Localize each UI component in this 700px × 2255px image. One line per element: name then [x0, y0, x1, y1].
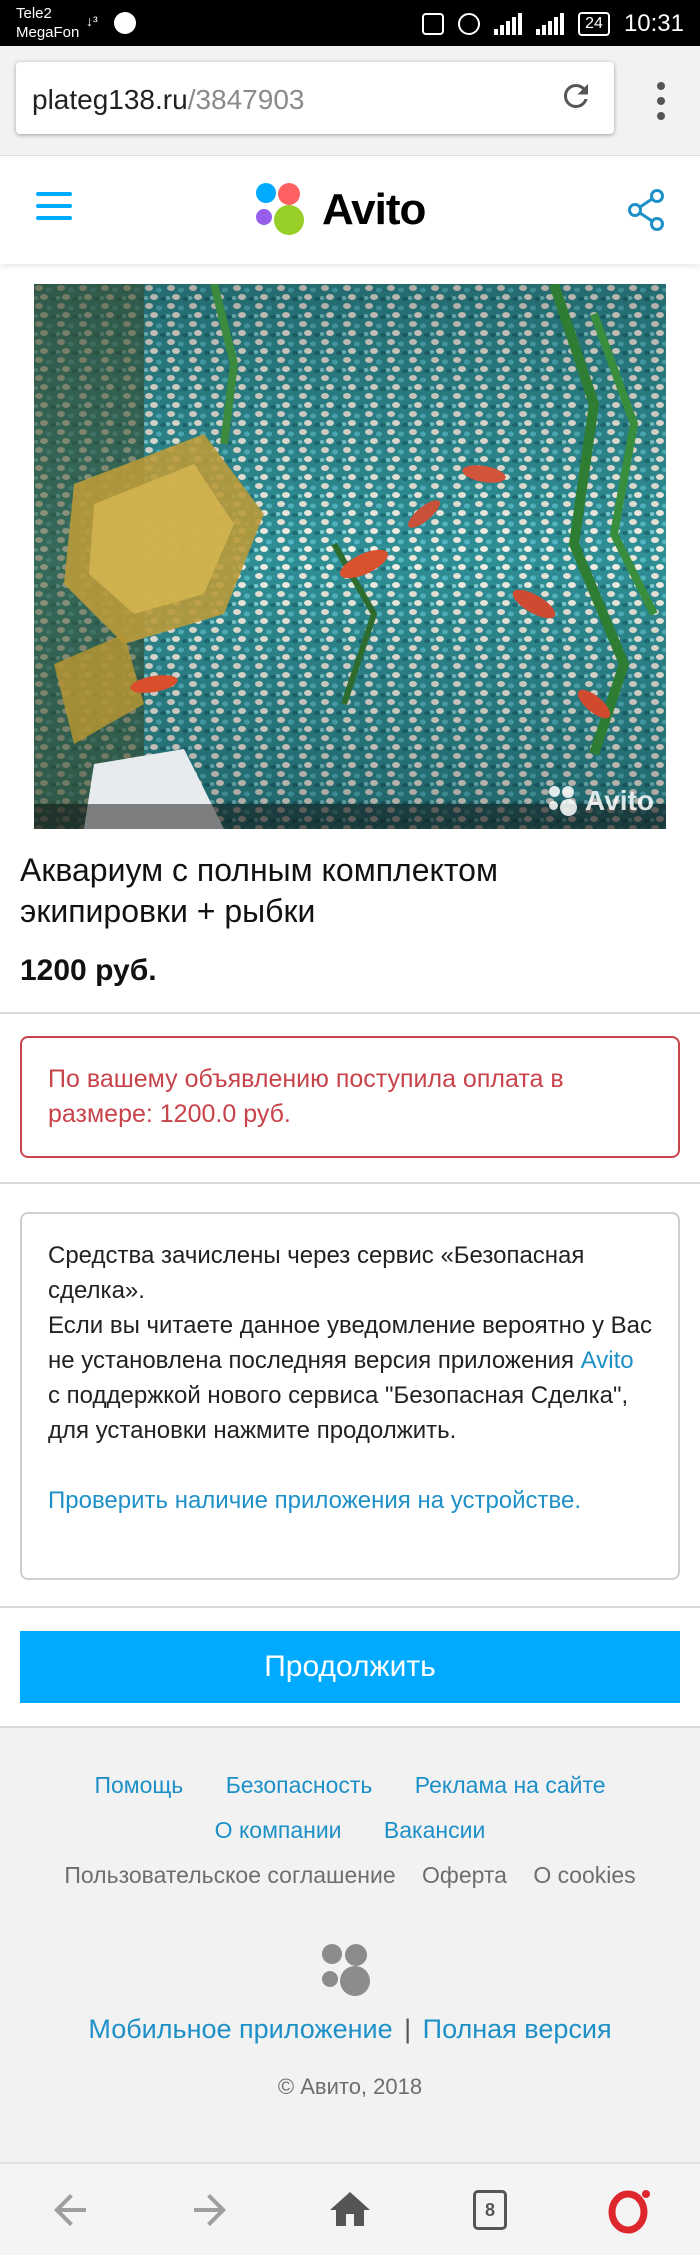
status-icons: 24 10:31 [422, 10, 684, 38]
footer-link-ads[interactable]: Реклама на сайте [415, 1772, 606, 1798]
browser-toolbar: plateg138.ru/3847903 [0, 46, 700, 156]
info-text-1: Средства зачислены через сервис «Безопас… [48, 1242, 585, 1304]
alarm-icon [458, 13, 481, 35]
url-domain: plateg138.ru [32, 84, 188, 115]
home-icon[interactable] [326, 2186, 374, 2234]
battery-icon: 24 [578, 12, 610, 36]
footer-logo-icon [322, 1944, 376, 1998]
listing-title: Аквариум с полным комплектом экипировки … [20, 852, 498, 929]
footer-link-cookies[interactable]: О cookies [533, 1862, 635, 1888]
logo-dots-icon [256, 183, 310, 237]
status-bar: Tele2 MegaFon ↓³ 24 10:31 [0, 0, 700, 46]
footer-apps-row: Мобильное приложение | Полная версия [0, 2014, 700, 2045]
footer-link-terms[interactable]: Пользовательское соглашение [64, 1862, 395, 1888]
signal-icon-1 [494, 13, 523, 35]
opera-menu-icon[interactable] [606, 2186, 654, 2234]
hamburger-menu-icon[interactable] [36, 192, 72, 222]
listing-photo[interactable]: Avito [34, 284, 666, 829]
vibrate-icon [422, 13, 445, 35]
info-text-2-after: с поддержкой нового сервиса "Безопасная … [48, 1382, 629, 1444]
browser-menu-icon[interactable] [654, 82, 668, 142]
carrier-1: Tele2 [16, 5, 52, 22]
divider [0, 1182, 700, 1184]
info-text-2-before: Если вы читаете данное уведомление вероя… [48, 1312, 652, 1374]
divider [0, 1012, 700, 1014]
address-bar[interactable]: plateg138.ru/3847903 [16, 62, 614, 134]
continue-button[interactable]: Продолжить [20, 1631, 680, 1703]
signal-icon-2 [536, 13, 565, 35]
photo-watermark: Avito [549, 785, 654, 817]
browser-bottom-bar: 8 [0, 2162, 700, 2255]
footer-link-jobs[interactable]: Вакансии [384, 1817, 485, 1843]
reload-icon[interactable] [558, 78, 594, 114]
footer-links-row-3: Пользовательское соглашение Оферта О coo… [0, 1862, 700, 1889]
footer-links-row-2: О компании Вакансии [0, 1817, 700, 1844]
forward-arrow-icon[interactable] [186, 2186, 234, 2234]
watermark-logo-icon [549, 786, 579, 816]
url-text[interactable]: plateg138.ru/3847903 [32, 84, 304, 116]
check-app-link[interactable]: Проверить наличие приложения на устройст… [48, 1483, 652, 1518]
avito-logo[interactable]: Avito [256, 182, 426, 238]
footer-link-offer[interactable]: Оферта [422, 1862, 507, 1888]
tabs-count: 8 [473, 2190, 507, 2230]
url-path: /3847903 [187, 84, 305, 115]
footer-link-security[interactable]: Безопасность [226, 1772, 373, 1798]
divider [0, 1606, 700, 1608]
share-icon[interactable] [626, 188, 666, 232]
listing-price: 1200 руб. [20, 954, 157, 987]
network-indicator: ↓³ [86, 13, 98, 29]
site-footer: Помощь Безопасность Реклама на сайте О к… [0, 1726, 700, 2162]
carrier-2: MegaFon [16, 24, 80, 41]
full-version-link[interactable]: Полная версия [423, 2014, 612, 2044]
info-text-2: Если вы читаете данное уведомление вероя… [48, 1308, 652, 1448]
call-icon [114, 12, 136, 34]
back-arrow-icon[interactable] [46, 2186, 94, 2234]
footer-links-row-1: Помощь Безопасность Реклама на сайте [0, 1772, 700, 1799]
footer-link-help[interactable]: Помощь [94, 1772, 183, 1798]
avito-app-link[interactable]: Avito [581, 1347, 634, 1374]
clock: 10:31 [623, 10, 684, 37]
carrier-info: Tele2 MegaFon [16, 4, 79, 42]
aquarium-image [34, 284, 666, 829]
logo-text: Avito [322, 185, 426, 234]
copyright: © Авито, 2018 [277, 2074, 423, 2099]
payment-alert: По вашему объявлению поступила оплата в … [20, 1036, 680, 1158]
footer-separator: | [404, 2014, 412, 2044]
mobile-app-link[interactable]: Мобильное приложение [88, 2014, 392, 2044]
footer-link-about[interactable]: О компании [215, 1817, 342, 1843]
tabs-icon[interactable]: 8 [466, 2186, 514, 2234]
site-header: Avito [0, 158, 700, 264]
info-box: Средства зачислены через сервис «Безопас… [20, 1212, 680, 1580]
watermark-text: Avito [585, 785, 654, 816]
